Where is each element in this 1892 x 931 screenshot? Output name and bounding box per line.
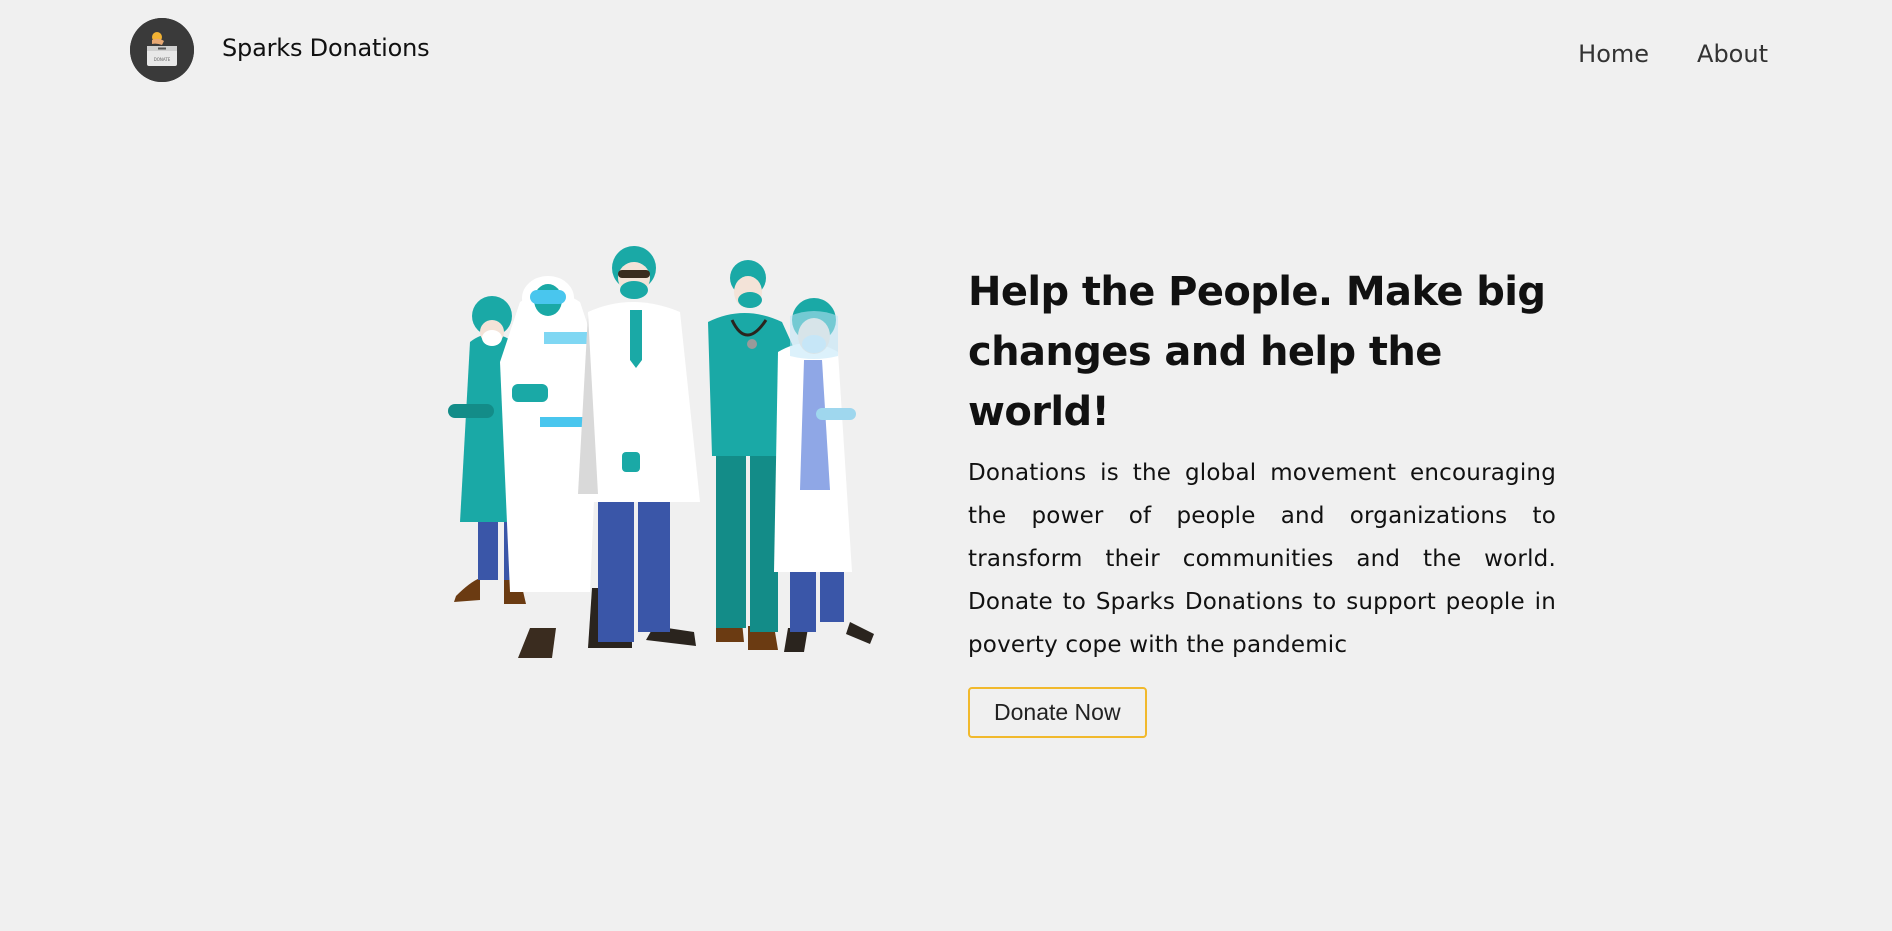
site-header: DONATE Sparks Donations Home About — [0, 0, 1892, 100]
hero-description: Donations is the global movement encoura… — [968, 460, 1556, 658]
hero-headline: Help the People. Make big changes and he… — [968, 269, 1546, 435]
page: DONATE Sparks Donations Home About Help … — [0, 0, 1892, 931]
worker-figure-3 — [578, 246, 700, 648]
donate-now-button[interactable]: Donate Now — [968, 687, 1147, 738]
main-nav: Home About — [1578, 40, 1768, 68]
healthcare-workers-illustration — [420, 232, 892, 710]
donation-box-icon: DONATE — [130, 18, 194, 82]
logo-text: DONATE — [154, 57, 171, 62]
nav-about-link[interactable]: About — [1697, 40, 1768, 68]
logo[interactable]: DONATE — [130, 18, 194, 82]
nav-home-link[interactable]: Home — [1578, 40, 1649, 68]
brand-name[interactable]: Sparks Donations — [222, 34, 430, 62]
worker-figure-5 — [774, 298, 874, 652]
hero-content: Help the People. Make big changes and he… — [968, 262, 1556, 738]
